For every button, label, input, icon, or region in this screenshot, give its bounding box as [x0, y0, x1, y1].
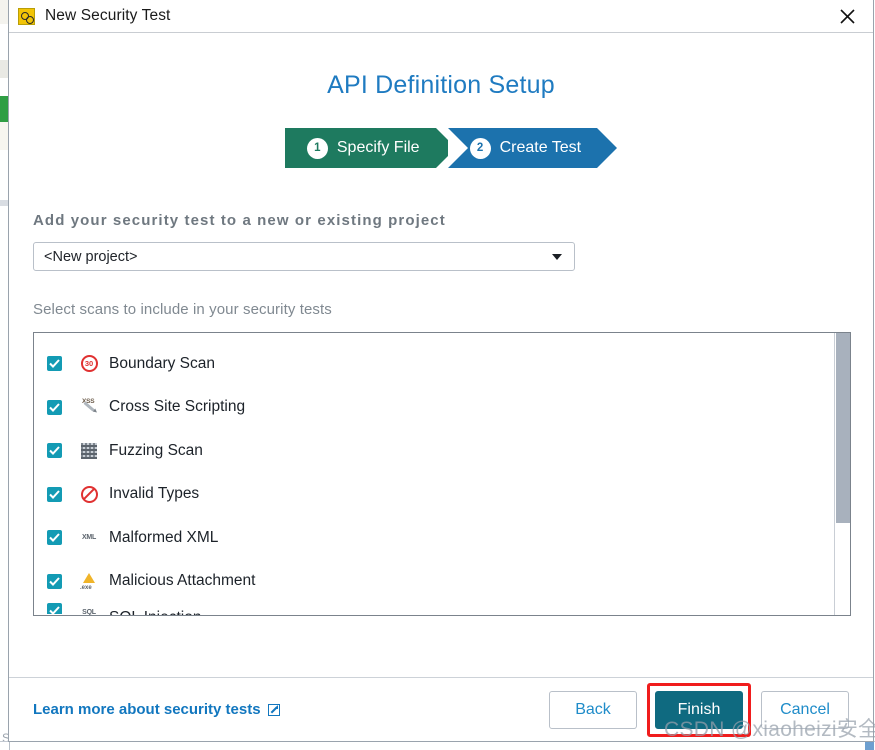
wizard-step-create-test[interactable]: 2 Create Test [447, 128, 617, 168]
exe-icon-text: .exe [80, 585, 92, 592]
back-button[interactable]: Back [549, 690, 637, 729]
scan-checkbox-boundary-scan[interactable] [47, 356, 62, 372]
scan-checkbox-cross-site-scripting[interactable] [47, 399, 62, 415]
list-item[interactable]: .exe Malicious Attachment [34, 560, 834, 604]
scan-label-invalid-types: Invalid Types [109, 485, 200, 503]
dialog-title: New Security Test [45, 7, 171, 24]
scan-label-sql-injection: SQL Injection [109, 609, 201, 615]
project-select-value: <New project> [44, 248, 138, 265]
scan-label-cross-site-scripting: Cross Site Scripting [109, 398, 246, 416]
project-select[interactable]: <New project> [33, 242, 575, 271]
list-item[interactable]: Fuzzing Scan [34, 429, 834, 473]
scan-label-boundary-scan: Boundary Scan [109, 354, 215, 372]
list-item[interactable]: SQL SQL Injection [34, 603, 834, 615]
wizard-steps: 1 Specify File 2 Create Test [33, 128, 849, 168]
screen-root: Scan New Security Test API Definition Se… [0, 0, 875, 750]
scan-label-malicious-attachment: Malicious Attachment [109, 572, 256, 590]
scan-checkbox-invalid-types[interactable] [47, 486, 62, 502]
dialog-body: API Definition Setup 1 Specify File 2 Cr… [9, 33, 873, 677]
scans-list-inner: 30 Boundary Scan XSS Cross Site Scriptin… [34, 333, 834, 615]
warning-triangle-glyph [83, 573, 95, 584]
dialog-titlebar: New Security Test [9, 0, 873, 33]
learn-more-link[interactable]: Learn more about security tests [33, 701, 280, 718]
wizard-step-specify-file[interactable]: 1 Specify File [284, 128, 456, 168]
list-item[interactable]: Invalid Types [34, 473, 834, 517]
new-security-test-dialog: New Security Test API Definition Setup 1… [8, 0, 874, 742]
wizard-step-2-label: Create Test [499, 139, 582, 156]
wizard-step-1-label: Specify File [336, 139, 420, 156]
external-link-icon [267, 703, 280, 716]
scan-checkbox-fuzzing-scan[interactable] [47, 443, 62, 459]
dialog-footer: Learn more about security tests Back Fin… [9, 677, 873, 741]
scans-list: 30 Boundary Scan XSS Cross Site Scriptin… [33, 332, 851, 616]
page-title: API Definition Setup [327, 71, 555, 99]
finish-button-highlight: Finish [647, 682, 751, 737]
scan-label-malformed-xml: Malformed XML [109, 528, 219, 546]
chevron-down-icon [552, 253, 562, 260]
no-entry-icon [80, 485, 98, 503]
speed-limit-icon-text: 30 [80, 355, 98, 373]
vertical-scrollbar[interactable] [834, 333, 850, 615]
list-item[interactable]: XSS Cross Site Scripting [34, 386, 834, 430]
scan-checkbox-malformed-xml[interactable] [47, 530, 62, 546]
scrollbar-thumb[interactable] [836, 333, 850, 523]
wizard-step-2-notch [447, 128, 468, 168]
exe-warning-icon: .exe [80, 572, 98, 592]
finish-button[interactable]: Finish [655, 690, 743, 729]
learn-more-label: Learn more about security tests [33, 701, 261, 718]
xml-icon: XML [80, 529, 98, 547]
xss-pen-icon: XSS [80, 398, 98, 416]
scan-label-fuzzing-scan: Fuzzing Scan [109, 441, 203, 459]
scan-checkbox-malicious-attachment[interactable] [47, 573, 62, 589]
sql-icon-text: SQL [82, 608, 96, 616]
project-heading: Add your security test to a new or exist… [33, 212, 446, 229]
scan-checkbox-sql-injection[interactable] [47, 603, 62, 615]
list-item[interactable]: 30 Boundary Scan [34, 342, 834, 386]
scans-heading: Select scans to include in your security… [33, 301, 332, 318]
fuzzing-grid-icon [80, 442, 98, 460]
speed-limit-icon: 30 [80, 355, 98, 373]
footer-buttons: Back Finish Cancel [549, 682, 849, 737]
cancel-button[interactable]: Cancel [761, 690, 849, 729]
list-item[interactable]: XML Malformed XML [34, 516, 834, 560]
soapui-icon [18, 7, 35, 25]
sql-icon: SQL [80, 603, 98, 616]
wizard-step-2-number: 2 [469, 137, 491, 159]
background-right-chip-2 [865, 742, 874, 750]
wizard-step-1-number: 1 [306, 137, 328, 159]
close-icon[interactable] [827, 3, 867, 30]
xml-icon-text: XML [82, 534, 96, 542]
